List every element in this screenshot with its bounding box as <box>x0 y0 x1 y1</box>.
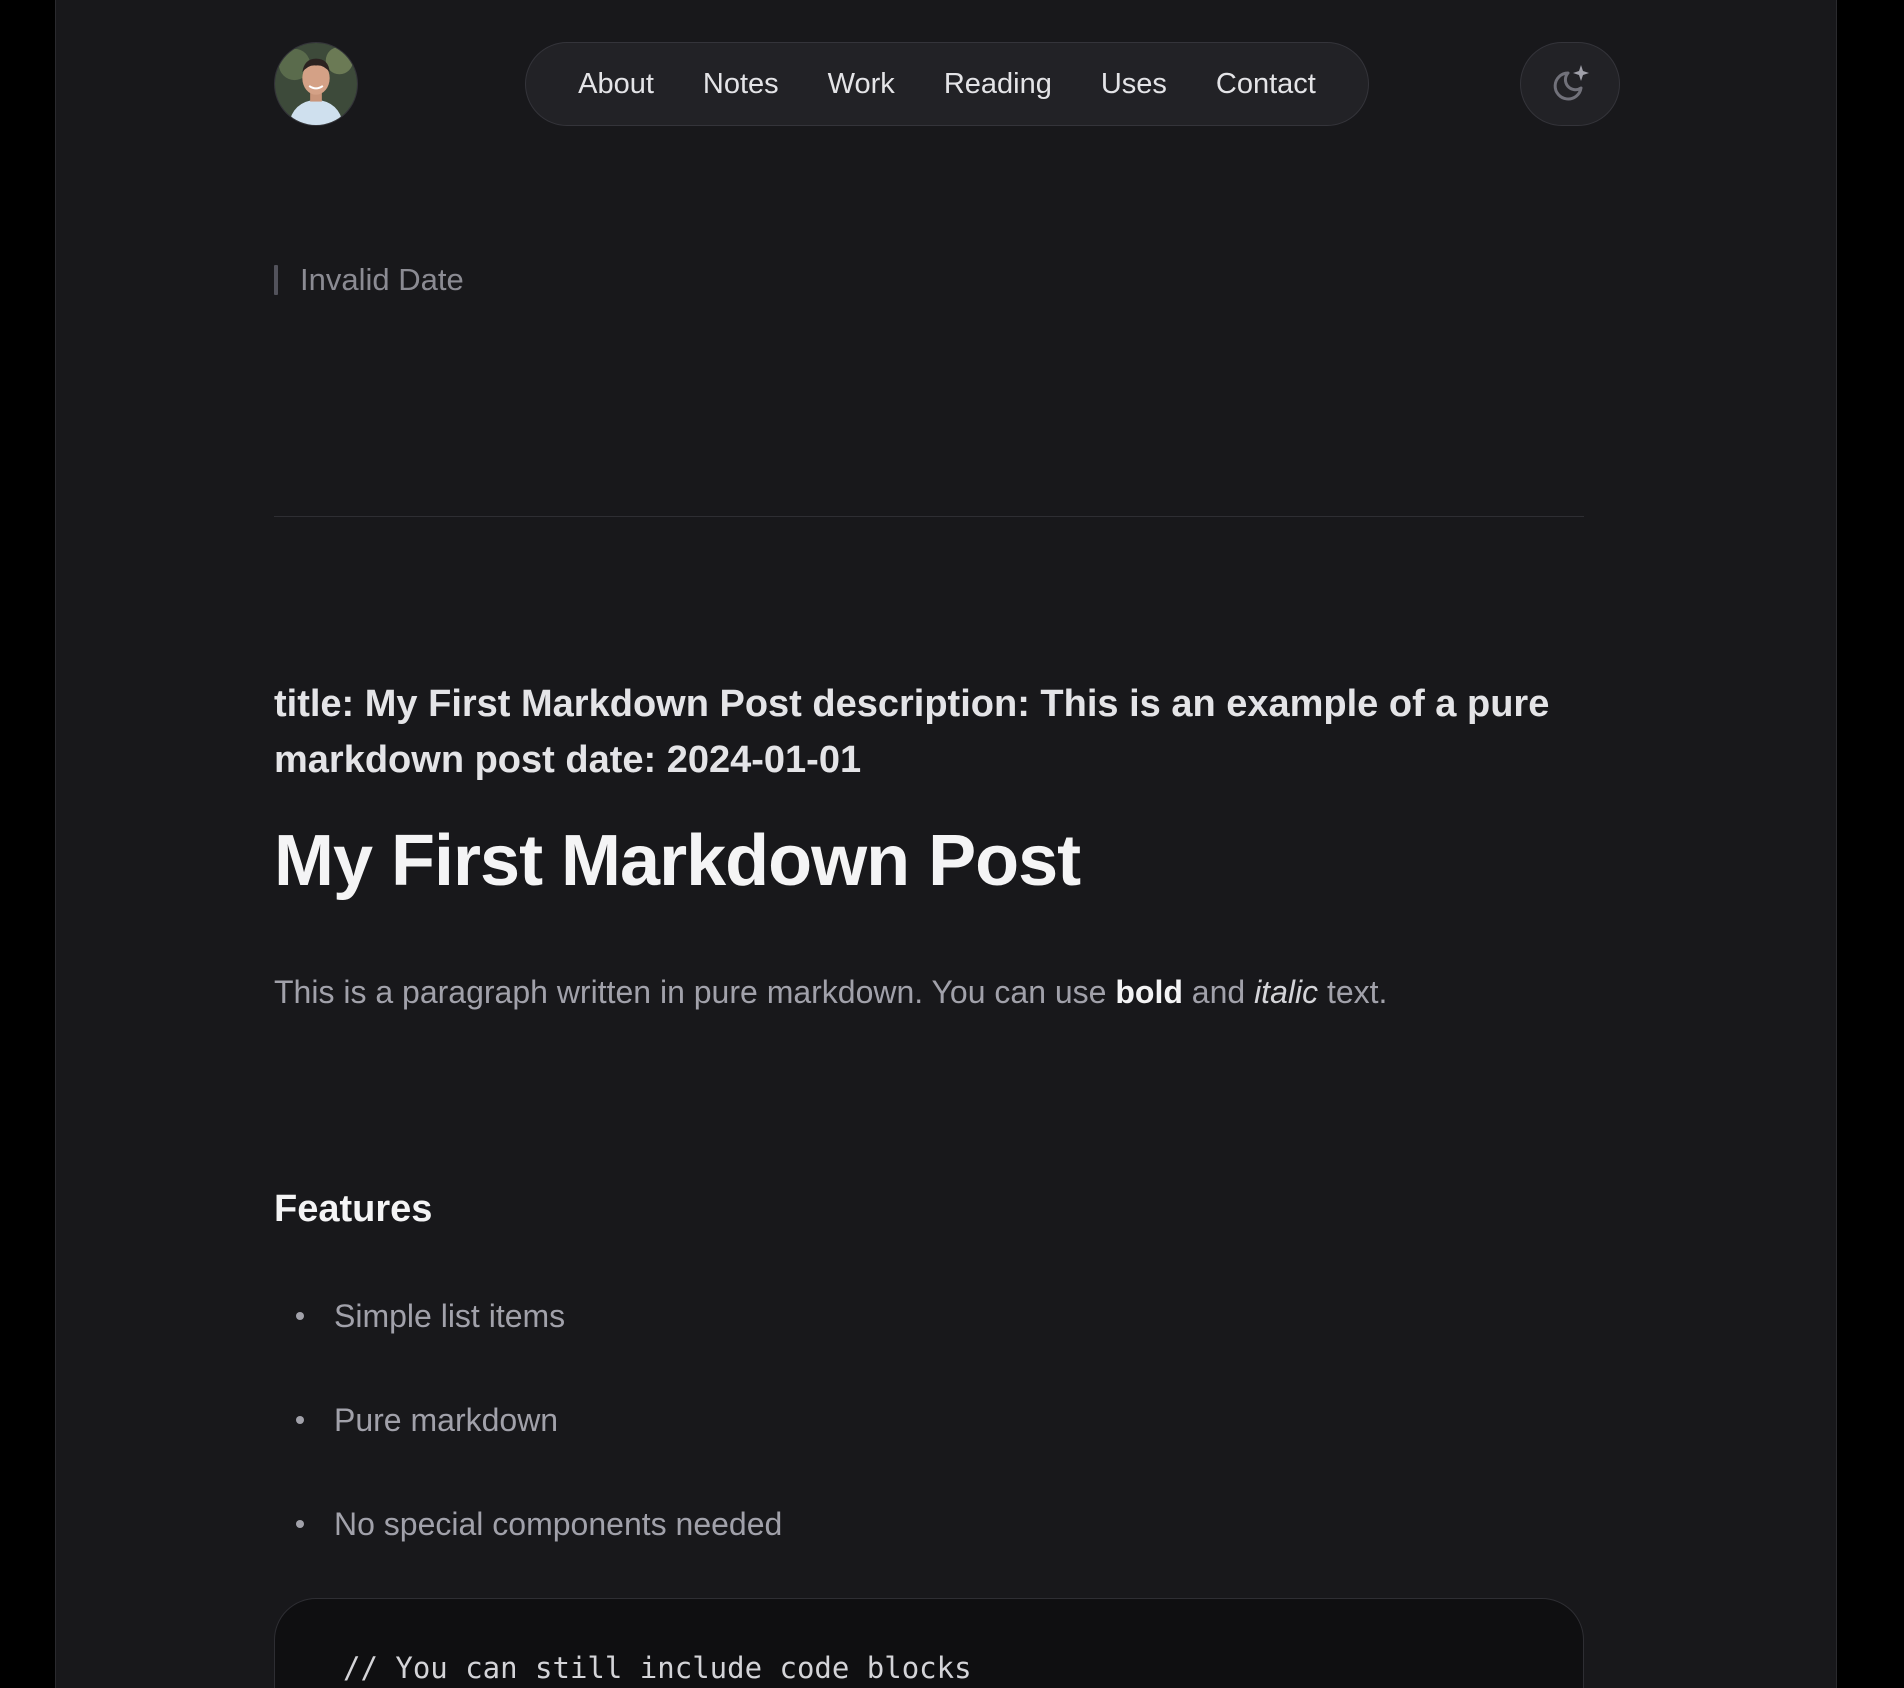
paragraph-italic: italic <box>1254 974 1319 1010</box>
paragraph-text-end: text. <box>1318 974 1388 1010</box>
nav-work[interactable]: Work <box>803 42 919 126</box>
nav-notes[interactable]: Notes <box>678 42 803 126</box>
features-list: Simple list items Pure markdown No speci… <box>274 1290 782 1602</box>
paragraph-text-middle: and <box>1182 974 1255 1010</box>
post-paragraph: This is a paragraph written in pure mark… <box>274 974 1387 1011</box>
theme-toggle-button[interactable] <box>1520 42 1620 126</box>
paragraph-bold: bold <box>1115 974 1183 1010</box>
nav-contact[interactable]: Contact <box>1191 42 1340 126</box>
post-date-text: Invalid Date <box>300 262 464 297</box>
bullet <box>296 1520 304 1528</box>
code-block: // You can still include code blocks <box>274 1598 1584 1688</box>
list-item: Pure markdown <box>274 1394 782 1498</box>
avatar[interactable] <box>274 42 358 126</box>
avatar-portrait-icon <box>275 43 357 125</box>
post-date: Invalid Date <box>274 262 464 298</box>
page-frame: About Notes Work Reading Uses Contact In… <box>55 0 1837 1688</box>
nav-about[interactable]: About <box>554 42 679 126</box>
bullet <box>296 1312 304 1320</box>
list-item: Simple list items <box>274 1290 782 1394</box>
list-item: No special components needed <box>274 1498 782 1602</box>
list-item-text: Simple list items <box>334 1298 566 1334</box>
moon-sparkle-icon <box>1553 65 1589 101</box>
main-nav: About Notes Work Reading Uses Contact <box>525 42 1369 126</box>
date-accent-bar <box>274 265 278 295</box>
code-line: // You can still include code blocks <box>343 1651 972 1685</box>
nav-reading[interactable]: Reading <box>919 42 1076 126</box>
bullet <box>296 1416 304 1424</box>
list-item-text: No special components needed <box>334 1506 783 1542</box>
features-heading: Features <box>274 1188 433 1230</box>
frontmatter-heading: title: My First Markdown Post descriptio… <box>274 683 1550 781</box>
nav-uses[interactable]: Uses <box>1076 42 1191 126</box>
paragraph-text-start: This is a paragraph written in pure mark… <box>274 974 1116 1010</box>
list-item-text: Pure markdown <box>334 1402 559 1438</box>
post-title: My First Markdown Post <box>274 821 1081 901</box>
divider <box>274 516 1584 517</box>
